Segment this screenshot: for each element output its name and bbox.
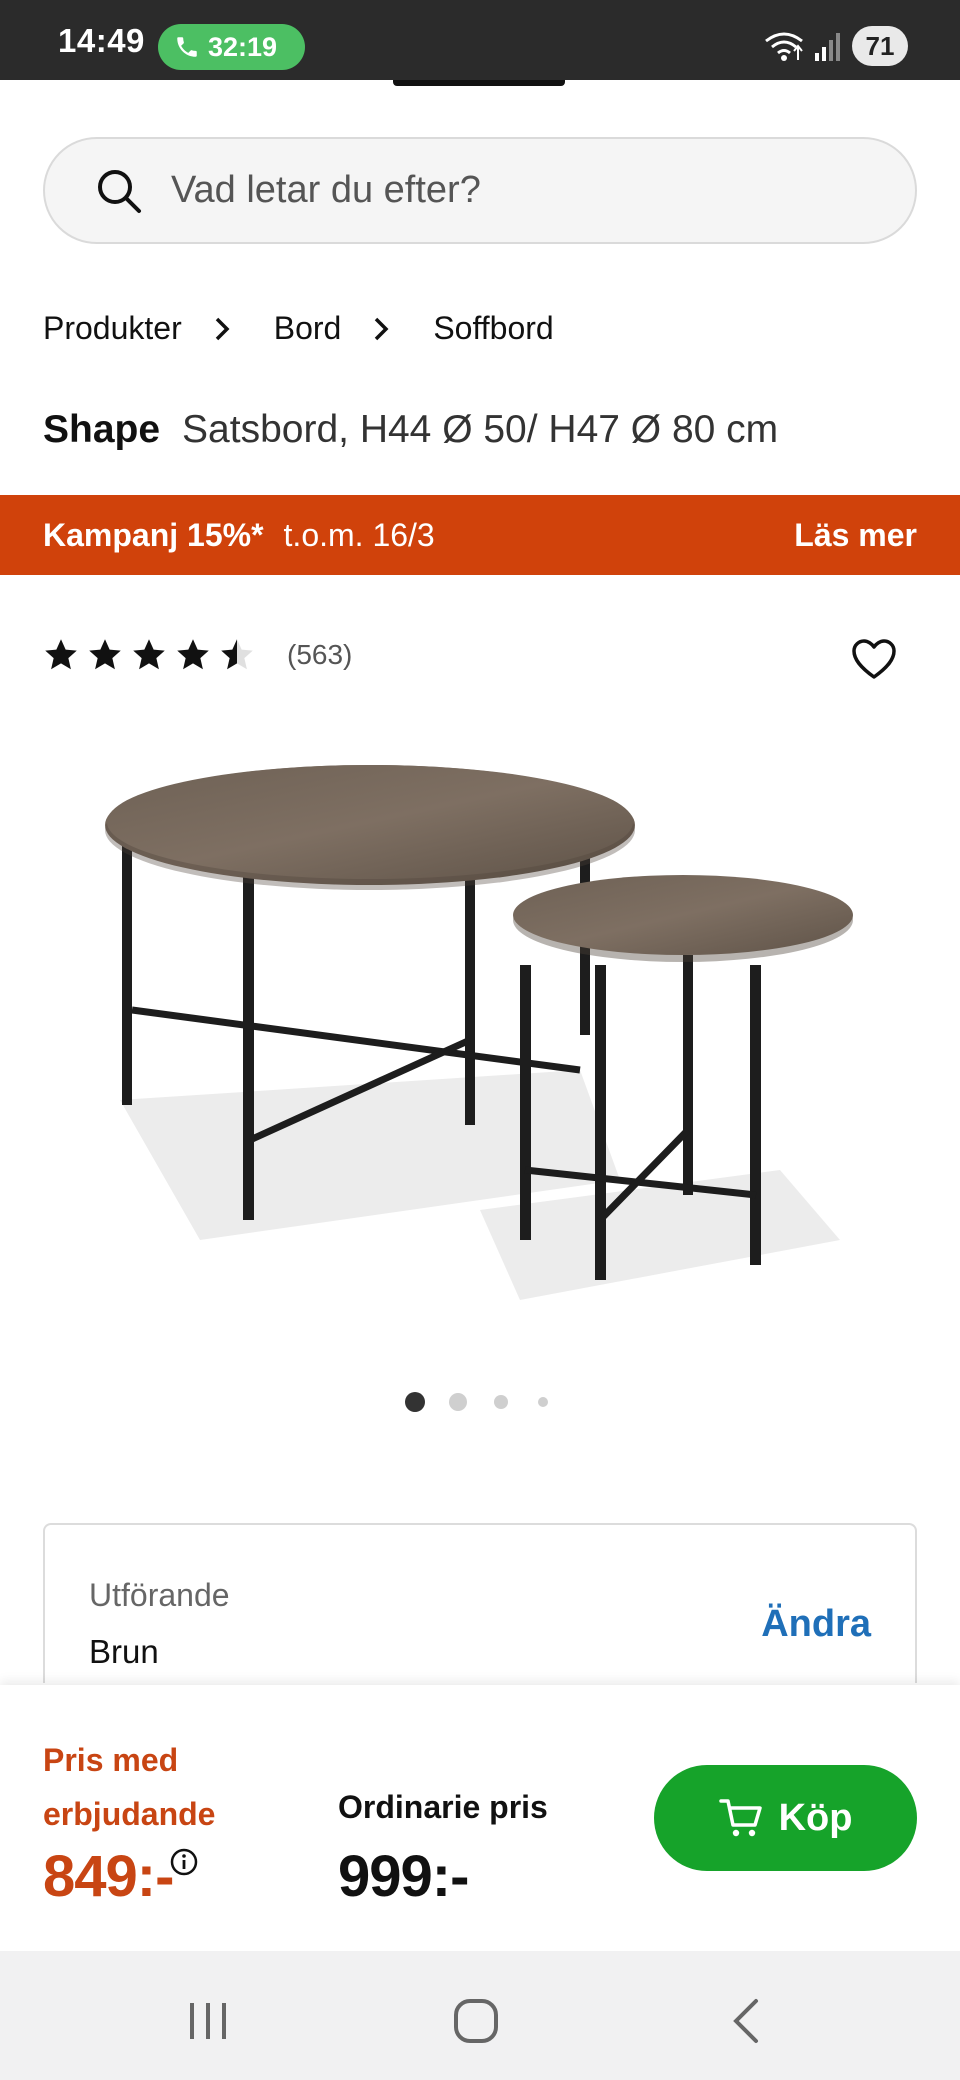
home-button[interactable] [446,1991,506,2051]
breadcrumb-item-produkter[interactable]: Produkter [43,310,182,347]
star-icon [177,639,209,670]
recents-icon [190,2003,226,2039]
product-image[interactable] [80,740,880,1310]
heart-icon[interactable] [850,637,898,681]
buy-button-label: Köp [778,1796,853,1839]
signal-icon [815,33,840,61]
campaign-dates: t.o.m. 16/3 [283,516,435,553]
carousel-dot-3[interactable] [494,1395,508,1409]
product-brand[interactable]: Shape [43,408,160,451]
product-rating[interactable]: (563) [43,637,352,673]
campaign-banner: Kampanj 15%* t.o.m. 16/3 Läs mer [0,495,960,575]
info-icon[interactable] [169,1847,199,1877]
variant-change-link[interactable]: Ändra [761,1603,871,1646]
variant-selector[interactable]: Utförande Brun Ändra [43,1523,917,1683]
campaign-read-more-link[interactable]: Läs mer [794,517,917,554]
recents-button[interactable] [178,1991,238,2051]
campaign-label: Kampanj 15%* [43,516,264,553]
chevron-right-icon [214,315,234,343]
back-icon [733,1999,758,2043]
purchase-bar: Pris med erbjudande 849:- Ordinarie pris… [0,1685,960,1951]
variant-value: Brun [89,1633,159,1670]
carousel-dots [0,1390,960,1414]
status-time: 14:49 [58,22,145,59]
breadcrumb-item-bord[interactable]: Bord [274,310,342,347]
breadcrumb-item-soffbord[interactable]: Soffbord [433,310,553,347]
call-duration: 32:19 [208,31,278,62]
star-icon [133,639,165,670]
carousel-dot-1[interactable] [405,1392,425,1412]
search-placeholder: Vad letar du efter? [171,169,481,211]
home-icon [454,1999,498,2043]
system-nav-bar [0,1951,960,2080]
star-icon [89,639,121,670]
back-button[interactable] [716,1991,776,2051]
offer-price: 849:- [43,1844,174,1909]
search-icon [95,165,147,217]
variant-label: Utförande [89,1577,230,1613]
product-title: Shape Satsbord, H44 Ø 50/ H47 Ø 80 cm [43,408,778,452]
phone-icon [177,37,197,57]
status-bar: 14:49 32:19 71 [0,0,960,80]
review-count: (563) [287,639,353,670]
regular-price-label: Ordinarie pris [338,1789,548,1825]
buy-button[interactable]: Köp [654,1765,917,1871]
star-icon [45,639,77,670]
wifi-icon [765,32,803,61]
offer-price-label: Pris med erbjudande [43,1742,216,1832]
carousel-dot-2[interactable] [449,1393,467,1411]
ongoing-call-pill[interactable]: 32:19 [158,24,305,70]
product-name: Satsbord, H44 Ø 50/ H47 Ø 80 cm [182,408,779,451]
carousel-dot-4[interactable] [538,1397,548,1407]
chevron-right-icon [373,315,393,343]
logo-edge[interactable] [393,80,565,86]
regular-price: 999:- [338,1844,469,1909]
status-icons: 71 [764,24,908,68]
breadcrumb: Produkter Bord Soffbord [43,310,554,347]
battery-level: 71 [852,26,908,66]
search-input[interactable]: Vad letar du efter? [43,137,917,244]
half-star-icon [221,639,253,670]
cart-icon [718,1799,762,1837]
